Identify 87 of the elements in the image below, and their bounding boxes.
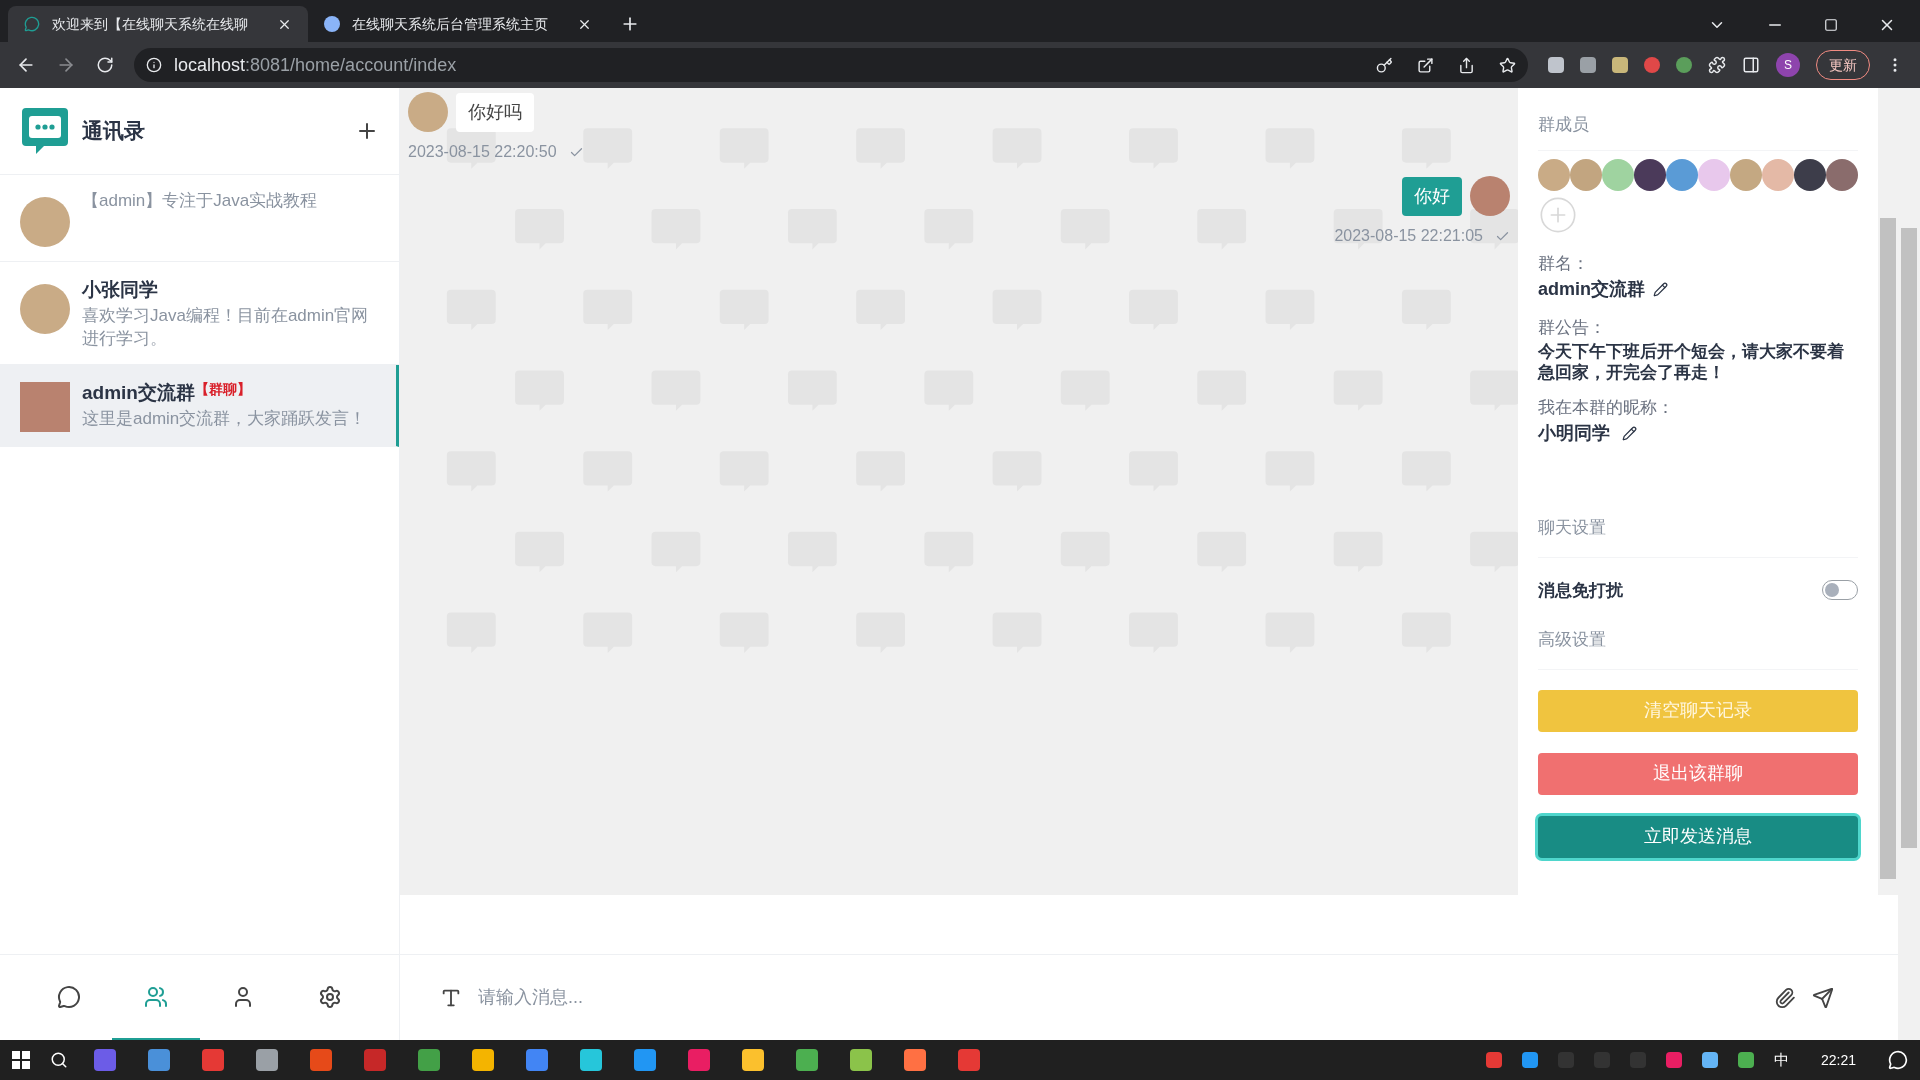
page-scrollbar[interactable] bbox=[1898, 88, 1920, 1040]
nickname: 小明同学 bbox=[1538, 422, 1610, 445]
taskbar-app-icon[interactable] bbox=[958, 1049, 980, 1071]
member-avatar[interactable] bbox=[1634, 158, 1666, 191]
message-time: 2023-08-15 22:20:50 bbox=[408, 142, 557, 162]
message-time: 2023-08-15 22:21:05 bbox=[1334, 226, 1483, 246]
member-avatar[interactable] bbox=[1794, 158, 1826, 191]
group-tag: 【群聊】 bbox=[194, 379, 251, 399]
chat-icon bbox=[24, 16, 40, 32]
section-title: 高级设置 bbox=[1538, 627, 1858, 670]
external-link-icon[interactable] bbox=[1417, 56, 1434, 74]
message-bubble: 你好 bbox=[1402, 176, 1462, 216]
edit-icon[interactable] bbox=[1622, 426, 1637, 441]
contact-name: admin交流群 bbox=[82, 381, 195, 405]
taskbar-app-icon[interactable] bbox=[472, 1049, 494, 1071]
side-panel-icon[interactable] bbox=[1742, 56, 1760, 74]
contact-message: 【admin】专注于Java实战教程 bbox=[82, 190, 318, 212]
taskbar-app-icon[interactable] bbox=[364, 1049, 386, 1071]
extension-icon[interactable] bbox=[1612, 57, 1628, 73]
taskbar-app-icon[interactable] bbox=[310, 1049, 332, 1071]
avatar-photo-placeholder bbox=[20, 197, 70, 247]
star-icon[interactable] bbox=[1499, 56, 1516, 74]
input-method-indicator[interactable]: 中 bbox=[1773, 1048, 1789, 1072]
search-icon[interactable] bbox=[50, 1051, 68, 1069]
taskbar-app-icon[interactable] bbox=[742, 1049, 764, 1071]
tray-icon[interactable] bbox=[1665, 1052, 1682, 1068]
taskbar-app-icon[interactable] bbox=[256, 1049, 278, 1071]
sidebar-title: 通讯录 bbox=[82, 118, 145, 145]
avatar-photo-placeholder bbox=[20, 382, 70, 432]
toggle-switch[interactable] bbox=[1822, 580, 1858, 601]
tray-icon[interactable] bbox=[1737, 1052, 1754, 1068]
taskbar-app-icon[interactable] bbox=[634, 1049, 656, 1071]
extension-icon[interactable] bbox=[1644, 57, 1660, 73]
taskbar-app-icon[interactable] bbox=[850, 1049, 872, 1071]
message-bubble: 你好吗 bbox=[456, 92, 534, 132]
people-icon[interactable] bbox=[143, 984, 168, 1009]
setting-label: 消息免打扰 bbox=[1538, 579, 1623, 602]
taskbar-app-icon[interactable] bbox=[202, 1049, 224, 1071]
taskbar-app-icon[interactable] bbox=[904, 1049, 926, 1071]
windows-start-icon[interactable] bbox=[12, 1051, 30, 1069]
group-notice: 今天下午下班后开个短会，请大家不要着急回家，开完会了再走！ bbox=[1538, 340, 1845, 383]
field-label: 群公告： bbox=[1538, 317, 1607, 339]
browser-tab[interactable]: 在线聊天系统后台管理系统主页 bbox=[308, 6, 608, 42]
chat-bubble-logo-icon bbox=[20, 106, 70, 156]
reload-icon[interactable] bbox=[96, 56, 114, 74]
tray-icon[interactable] bbox=[1521, 1052, 1538, 1068]
contact-name: 小张同学 bbox=[82, 278, 158, 302]
edit-icon[interactable] bbox=[1653, 282, 1668, 297]
taskbar-app-icon[interactable] bbox=[148, 1049, 170, 1071]
field-label: 群名： bbox=[1538, 252, 1590, 275]
taskbar-app-icon[interactable] bbox=[796, 1049, 818, 1071]
avatar-photo-placeholder bbox=[20, 284, 70, 334]
clock-time[interactable]: 22:21 bbox=[1820, 1049, 1856, 1071]
send-icon[interactable] bbox=[1812, 986, 1834, 1009]
action-button[interactable]: 立即发送消息 bbox=[1538, 815, 1858, 858]
taskbar-app-icon[interactable] bbox=[688, 1049, 710, 1071]
info-icon bbox=[146, 57, 162, 73]
puzzle-icon[interactable] bbox=[1708, 56, 1726, 74]
paperclip-icon[interactable] bbox=[1774, 986, 1796, 1009]
field-label: 我在本群的昵称： bbox=[1538, 396, 1675, 419]
key-icon[interactable] bbox=[1376, 56, 1393, 74]
taskbar-app-icon[interactable] bbox=[418, 1049, 440, 1071]
extension-icon[interactable] bbox=[1580, 57, 1596, 73]
message-input[interactable]: 请输入消息... bbox=[478, 984, 1758, 1011]
restore-icon[interactable] bbox=[1824, 18, 1838, 32]
taskbar-app-icon[interactable] bbox=[94, 1049, 116, 1071]
chat-bubble-icon[interactable] bbox=[56, 984, 81, 1009]
notification-icon[interactable] bbox=[1888, 1050, 1908, 1070]
contact-message: 喜欢学习Java编程！目前在admin官网进行学习。 bbox=[82, 305, 370, 350]
settings-icon[interactable] bbox=[318, 984, 343, 1009]
share-icon[interactable] bbox=[1458, 56, 1475, 74]
profile-avatar[interactable]: S bbox=[1776, 53, 1800, 77]
taskbar-app-icon[interactable] bbox=[526, 1049, 548, 1071]
extension-icon[interactable] bbox=[1548, 57, 1564, 73]
extension-icon[interactable] bbox=[1676, 57, 1692, 73]
tray-icon[interactable] bbox=[1701, 1052, 1718, 1068]
contact-message: 这里是admin交流群，大家踊跃发言！ bbox=[82, 408, 367, 430]
section-title: 群成员 bbox=[1538, 88, 1858, 151]
address-bar[interactable]: localhost:8081/home/account/index bbox=[134, 48, 1528, 82]
tray-icon[interactable] bbox=[1485, 1052, 1502, 1068]
browser-tab[interactable]: 欢迎来到【在线聊天系统在线聊 bbox=[8, 6, 308, 42]
scrollbar[interactable] bbox=[1878, 88, 1898, 895]
globe-icon bbox=[324, 16, 340, 32]
member-avatar[interactable] bbox=[1826, 158, 1858, 191]
section-title: 聊天设置 bbox=[1538, 515, 1858, 558]
taskbar-app-icon[interactable] bbox=[580, 1049, 602, 1071]
group-name: admin交流群 bbox=[1538, 278, 1645, 301]
